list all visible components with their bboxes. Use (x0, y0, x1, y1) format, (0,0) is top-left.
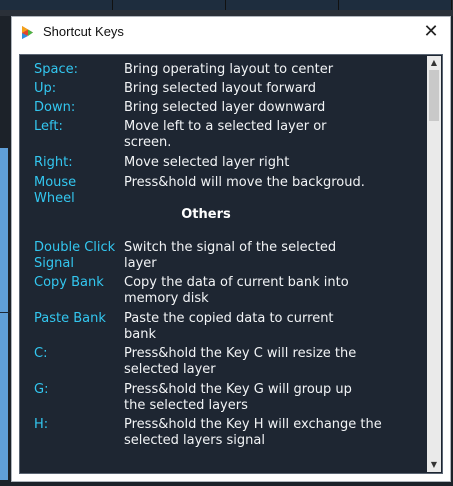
shortcut-description: Bring operating layout to center (124, 62, 334, 77)
app-logo-icon (20, 25, 35, 40)
shortcut-key: Right: (34, 155, 73, 170)
list-item: Up: Bring selected layout forward (34, 81, 316, 97)
background-tab (0, 0, 113, 10)
list-item: Right: Move selected layer right (34, 155, 289, 171)
close-icon[interactable]: ✕ (418, 19, 444, 45)
shortcut-keys-dialog: Shortcut Keys ✕ Space: Bring operating l… (11, 16, 451, 482)
background-tab (226, 0, 339, 10)
vertical-scrollbar[interactable]: ▲ ▼ (427, 56, 441, 472)
list-item: Space: Bring operating layout to center (34, 62, 333, 78)
shortcut-key: Double Click Signal (34, 240, 116, 271)
list-item: Double Click Signal Switch the signal of… (34, 240, 352, 272)
list-item: Down: Bring selected layer downward (34, 100, 325, 116)
list-item: Mouse Wheel Press&hold will move the bac… (34, 175, 394, 207)
scrollbar-thumb[interactable] (429, 70, 439, 121)
title-bar[interactable]: Shortcut Keys ✕ (12, 17, 450, 48)
shortcut-list-panel[interactable]: Space: Bring operating layout to center … (19, 54, 443, 474)
shortcut-description: Press&hold the Key G will group up the s… (124, 382, 352, 413)
shortcut-description: Copy the data of current bank into memor… (124, 275, 349, 306)
shortcut-description: Move left to a selected layer or screen. (124, 119, 327, 150)
shortcut-key: Left: (34, 119, 63, 134)
list-item: G: Press&hold the Key G will group up th… (34, 382, 374, 414)
shortcut-description: Bring selected layer downward (124, 100, 326, 115)
shortcut-key: Mouse Wheel (34, 175, 77, 206)
list-item: H: Press&hold the Key H will exchange th… (34, 417, 384, 449)
shortcut-description: Switch the signal of the selected layer (124, 240, 337, 271)
dialog-title: Shortcut Keys (43, 24, 124, 39)
shortcut-description: Press&hold will move the backgroud. (124, 175, 365, 190)
background-layer-stripe (0, 148, 8, 480)
background-tab (339, 0, 452, 10)
background-toolbar (0, 0, 453, 16)
shortcut-key: G: (34, 382, 49, 397)
shortcut-description: Move selected layer right (124, 155, 290, 170)
list-item: Left: Move left to a selected layer or s… (34, 119, 352, 151)
shortcut-key: Down: (34, 100, 76, 115)
section-heading-others: Others (181, 207, 231, 222)
shortcut-description: Press&hold the Key H will exchange the s… (124, 417, 382, 448)
shortcut-description: Bring selected layout forward (124, 81, 317, 96)
list-item: C: Press&hold the Key C will resize the … (34, 346, 382, 378)
shortcut-key: Paste Bank (34, 311, 106, 326)
shortcut-description: Paste the copied data to current bank (124, 311, 334, 342)
shortcut-key: C: (34, 346, 48, 361)
shortcut-description: Press&hold the Key C will resize the sel… (124, 346, 357, 377)
list-item: Paste Bank Paste the copied data to curr… (34, 311, 359, 343)
shortcut-key: Up: (34, 81, 57, 96)
shortcut-key: Copy Bank (34, 275, 104, 290)
list-item: Copy Bank Copy the data of current bank … (34, 275, 370, 307)
background-tab (113, 0, 226, 10)
shortcut-key: Space: (34, 62, 78, 77)
scroll-down-arrow-icon[interactable]: ▼ (427, 458, 441, 472)
scroll-up-arrow-icon[interactable]: ▲ (427, 56, 441, 70)
shortcut-key: H: (34, 417, 49, 432)
